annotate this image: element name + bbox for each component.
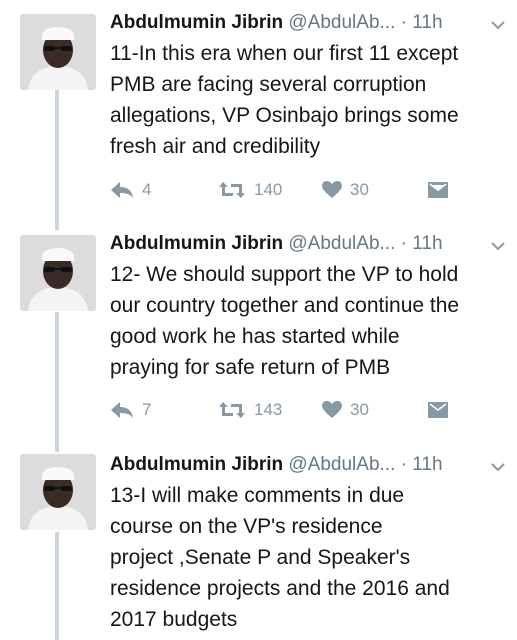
author-handle[interactable]: @AbdulAb... <box>288 233 395 254</box>
timestamp[interactable]: 11h <box>412 233 442 254</box>
tweet-1[interactable]: Abdulmumin Jibrin @AbdulAb... · 11h 11-I… <box>0 8 517 208</box>
author-name[interactable]: Abdulmumin Jibrin <box>110 12 283 33</box>
like-button[interactable]: 30 <box>322 178 369 202</box>
message-button[interactable] <box>428 398 448 422</box>
like-count: 30 <box>350 180 369 199</box>
separator-dot: · <box>400 233 407 254</box>
like-button[interactable]: 30 <box>322 398 369 422</box>
separator-dot: · <box>400 454 407 475</box>
tweet-text: 12- We should support the VP to hold our… <box>110 263 460 379</box>
reply-button[interactable]: 4 <box>110 178 151 202</box>
like-count: 30 <box>350 400 369 419</box>
direct-message-icon <box>428 402 448 418</box>
tweet-2[interactable]: Abdulmumin Jibrin @AbdulAb... · 11h 12- … <box>0 229 517 429</box>
tweet-text: 11-In this era when our first 11 except … <box>110 42 459 158</box>
tweet-header: Abdulmumin Jibrin @AbdulAb... · 11h <box>110 450 510 480</box>
separator-dot: · <box>400 12 407 33</box>
heart-icon <box>322 181 342 199</box>
retweet-icon <box>218 400 246 420</box>
action-bar: 4 140 30 <box>110 178 490 202</box>
reply-button[interactable]: 7 <box>110 398 151 422</box>
chevron-down-icon[interactable] <box>491 459 505 477</box>
heart-icon <box>322 401 342 419</box>
direct-message-icon <box>428 182 448 198</box>
reply-count: 4 <box>142 180 152 199</box>
avatar[interactable] <box>20 235 96 311</box>
avatar[interactable] <box>20 14 96 90</box>
retweet-icon <box>218 180 246 200</box>
action-bar: 7 143 30 <box>110 398 490 422</box>
reply-icon <box>110 181 134 199</box>
author-name[interactable]: Abdulmumin Jibrin <box>110 233 283 254</box>
message-button[interactable] <box>428 178 448 202</box>
chevron-down-icon[interactable] <box>491 17 505 35</box>
author-handle[interactable]: @AbdulAb... <box>288 454 395 475</box>
timestamp[interactable]: 11h <box>412 454 442 475</box>
tweet-text: 13-I will make comments in due course on… <box>110 484 450 631</box>
author-name[interactable]: Abdulmumin Jibrin <box>110 454 283 475</box>
tweet-header: Abdulmumin Jibrin @AbdulAb... · 11h <box>110 229 510 259</box>
retweet-button[interactable]: 143 <box>218 398 282 422</box>
reply-icon <box>110 401 134 419</box>
avatar[interactable] <box>20 454 96 530</box>
reply-count: 7 <box>142 400 152 419</box>
timestamp[interactable]: 11h <box>412 12 442 33</box>
retweet-count: 140 <box>254 180 283 199</box>
chevron-down-icon[interactable] <box>491 238 505 256</box>
retweet-button[interactable]: 140 <box>218 178 282 202</box>
tweet-header: Abdulmumin Jibrin @AbdulAb... · 11h <box>110 8 510 38</box>
tweet-3[interactable]: Abdulmumin Jibrin @AbdulAb... · 11h 13-I… <box>0 450 517 640</box>
author-handle[interactable]: @AbdulAb... <box>288 12 395 33</box>
retweet-count: 143 <box>254 400 283 419</box>
